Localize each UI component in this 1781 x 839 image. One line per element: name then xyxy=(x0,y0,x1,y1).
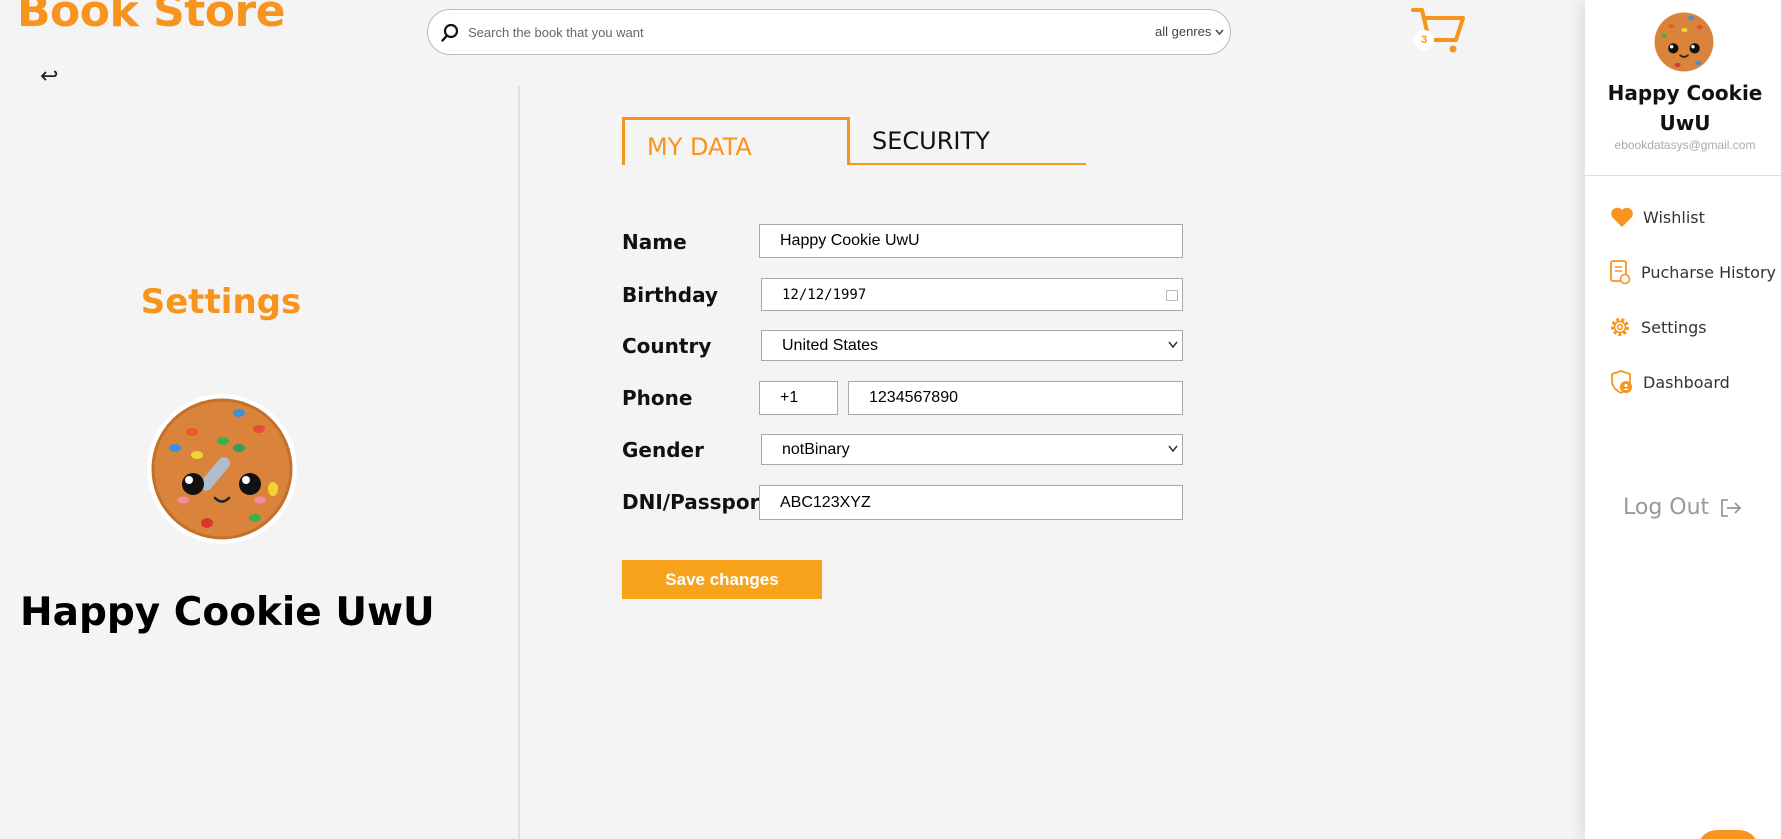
dni-label: DNI/Passport xyxy=(622,490,769,514)
country-label: Country xyxy=(622,334,712,358)
genre-select-value: all genres xyxy=(1155,24,1212,39)
search-input[interactable]: Search the book that you want xyxy=(468,25,644,40)
user-drawer: Happy Cookie UwU ebookdatasys@gmail.com … xyxy=(1585,0,1781,839)
drawer-item-settings[interactable]: Settings xyxy=(1607,314,1707,340)
name-label: Name xyxy=(622,230,687,254)
brand-title[interactable]: Book Store xyxy=(17,0,286,37)
chevron-down-icon xyxy=(1168,445,1178,453)
shield-user-icon xyxy=(1609,369,1635,395)
gear-icon xyxy=(1607,314,1633,340)
drawer-item-label: Dashboard xyxy=(1643,372,1730,392)
gender-select[interactable]: notBinary xyxy=(761,434,1183,465)
cookie-avatar-icon xyxy=(151,398,293,540)
cart-button[interactable]: 3 xyxy=(1410,4,1468,56)
birthday-value: 12/12/1997 xyxy=(782,286,867,303)
profile-name: Happy Cookie UwU xyxy=(20,590,435,635)
dni-field[interactable]: ABC123XYZ xyxy=(759,485,1183,520)
cookie-avatar-icon xyxy=(1654,12,1714,72)
logout-label: Log Out xyxy=(1623,495,1710,520)
country-select[interactable]: United States xyxy=(761,330,1183,361)
drawer-item-label: Settings xyxy=(1641,317,1707,337)
divider xyxy=(1585,175,1781,176)
drawer-item-label: Wishlist xyxy=(1643,207,1705,227)
drawer-item-purchase-history[interactable]: Pucharse History xyxy=(1607,259,1776,285)
drawer-item-wishlist[interactable]: Wishlist xyxy=(1609,204,1705,230)
country-value: United States xyxy=(782,336,879,354)
profile-panel: Settings Happy Cookie UwU xyxy=(0,86,520,839)
name-field[interactable]: Happy Cookie UwU xyxy=(759,224,1183,258)
birthday-field[interactable]: 12/12/1997 xyxy=(761,278,1183,311)
drawer-user-name: Happy Cookie UwU xyxy=(1607,81,1763,135)
tab-my-data[interactable]: MY DATA xyxy=(622,117,850,165)
drawer-user-email: ebookdatasys@gmail.com xyxy=(1614,138,1756,152)
gender-value: notBinary xyxy=(782,440,850,458)
birthday-label: Birthday xyxy=(622,283,718,307)
logout-button[interactable]: Log Out xyxy=(1623,495,1743,520)
drawer-item-label: Pucharse History xyxy=(1641,262,1777,282)
drawer-avatar[interactable] xyxy=(1652,10,1716,74)
floating-action-button[interactable] xyxy=(1697,830,1759,839)
chevron-down-icon xyxy=(1168,341,1178,349)
gender-label: Gender xyxy=(622,438,704,462)
search-bar: Search the book that you want all genres xyxy=(427,9,1231,55)
search-icon[interactable] xyxy=(440,23,460,43)
chevron-down-icon xyxy=(1215,29,1224,36)
avatar xyxy=(147,394,297,544)
phone-label: Phone xyxy=(622,386,693,410)
logout-icon xyxy=(1721,498,1742,517)
phone-number-field[interactable]: 1234567890 xyxy=(848,381,1183,415)
save-button[interactable]: Save changes xyxy=(622,560,822,599)
settings-title: Settings xyxy=(140,282,302,322)
receipt-icon xyxy=(1607,259,1633,285)
drawer-item-dashboard[interactable]: Dashboard xyxy=(1609,369,1730,395)
genre-select[interactable]: all genres xyxy=(1155,24,1224,39)
tab-security[interactable]: SECURITY xyxy=(850,117,1086,165)
cart-count-badge: 3 xyxy=(1414,30,1434,50)
heart-icon xyxy=(1609,204,1635,230)
phone-code-field[interactable]: +1 xyxy=(759,381,838,415)
calendar-icon[interactable] xyxy=(1166,290,1178,301)
